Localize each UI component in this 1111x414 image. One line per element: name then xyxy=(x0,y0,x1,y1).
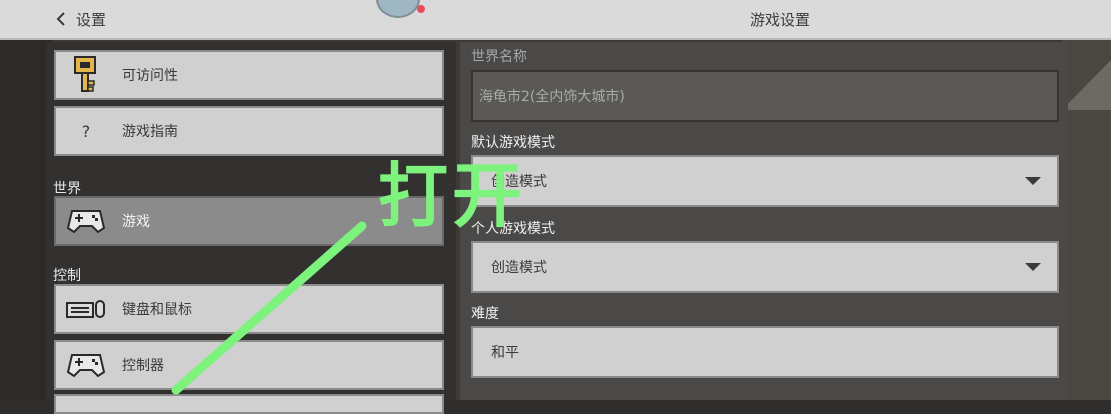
back-label: 设置 xyxy=(76,10,107,29)
top-bar: 设置 游戏设置 xyxy=(0,0,1111,40)
back-button[interactable]: 设置 xyxy=(56,8,106,30)
difficulty-dropdown[interactable]: 和平 xyxy=(471,326,1059,378)
world-background-shadow xyxy=(0,40,52,400)
caret-down-icon xyxy=(1025,263,1041,271)
default-game-mode-dropdown[interactable]: 创造模式 xyxy=(471,155,1059,207)
difficulty-label: 难度 xyxy=(471,306,499,322)
world-name-label: 世界名称 xyxy=(471,49,527,65)
sidebar-item-keyboard-mouse[interactable]: 键盘和鼠标 xyxy=(54,284,444,334)
caret-down-icon xyxy=(1025,177,1041,185)
keyboard-mouse-icon xyxy=(56,298,116,320)
section-label-controls: 控制 xyxy=(53,268,81,284)
annotation-open-text: 打开 xyxy=(378,155,526,237)
sidebar-item-controller[interactable]: 控制器 xyxy=(54,340,444,390)
page-title: 游戏设置 xyxy=(749,11,810,29)
sidebar-item-partial[interactable] xyxy=(54,394,444,414)
world-name-field[interactable]: 海龟市2(全内饰大城市) xyxy=(471,70,1059,122)
gamepad-icon xyxy=(56,208,116,234)
personal-game-mode-dropdown[interactable]: 创造模式 xyxy=(471,241,1059,293)
key-icon xyxy=(56,55,116,95)
chevron-left-icon xyxy=(56,12,66,26)
section-label-world: 世界 xyxy=(53,181,81,197)
notification-dot xyxy=(417,5,425,13)
help-icon: ? xyxy=(81,121,91,141)
sidebar-item-accessibility[interactable]: 可访问性 xyxy=(54,50,444,100)
gamepad-icon xyxy=(56,352,116,378)
